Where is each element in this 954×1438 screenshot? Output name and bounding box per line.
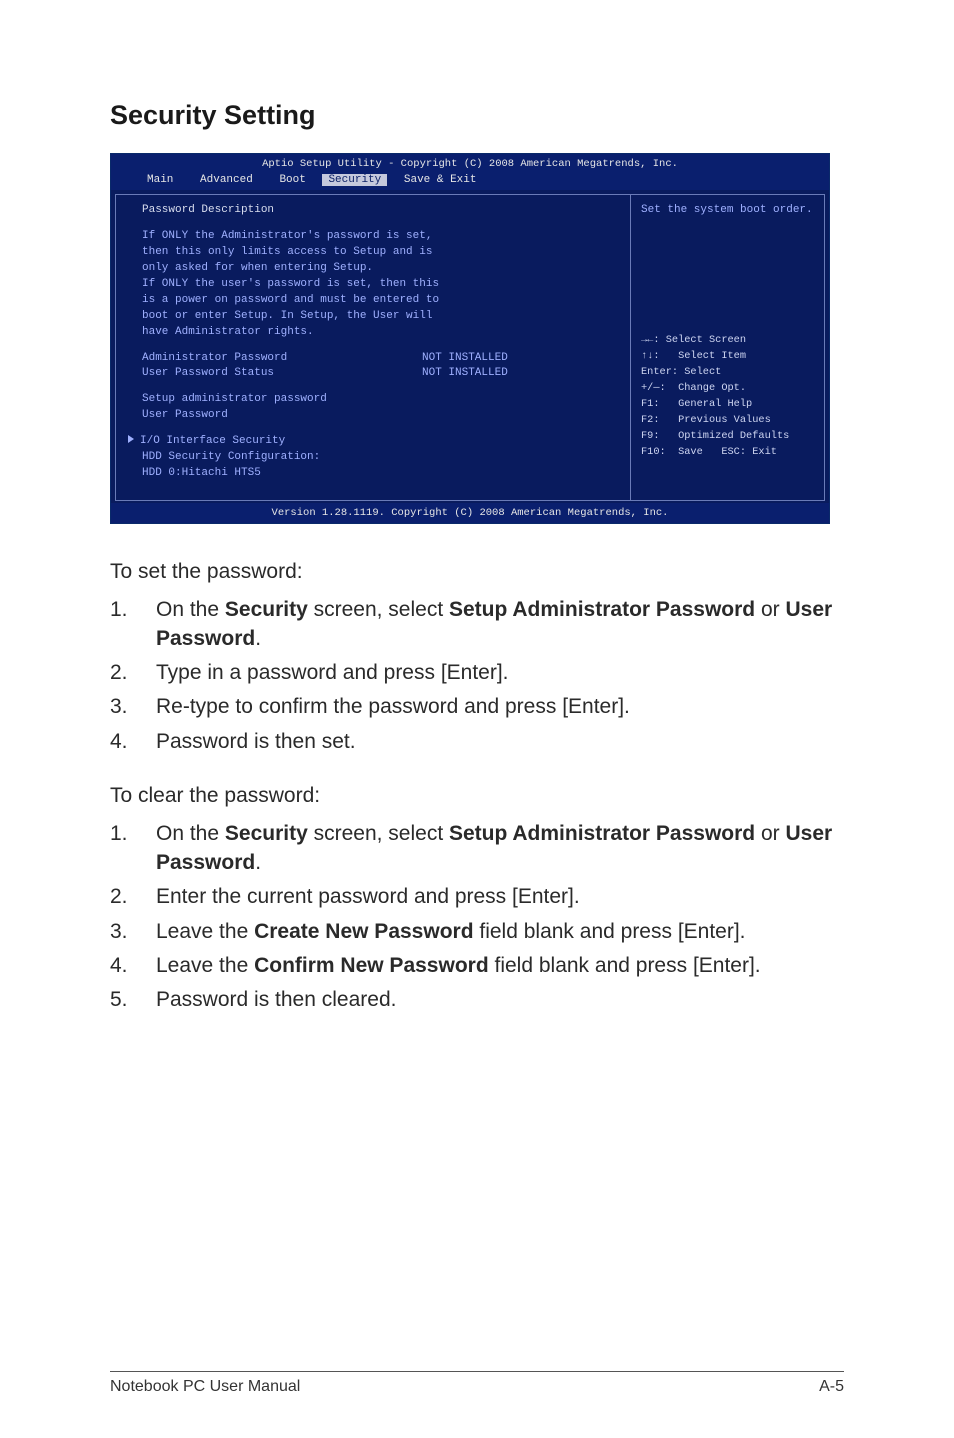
bold-run: Setup Administrator Password (449, 598, 755, 621)
text-run: . (255, 851, 261, 874)
text-run: On the (156, 822, 225, 845)
list-item: 1. On the Security screen, select Setup … (110, 596, 844, 653)
set-password-steps: 1. On the Security screen, select Setup … (110, 596, 844, 756)
bold-run: Create New Password (254, 920, 473, 943)
list-item: 5. Password is then cleared. (110, 986, 844, 1014)
text-run: On the (156, 598, 225, 621)
bios-io-hdd-block: I/O Interface Security HDD Security Conf… (142, 434, 616, 482)
bios-admin-password-label: Administrator Password (142, 351, 422, 367)
bios-desc-line: boot or enter Setup. In Setup, the User … (142, 309, 616, 325)
text-run: field blank and press [Enter]. (474, 920, 746, 943)
bios-user-password-status-label: User Password Status (142, 366, 422, 382)
step-number: 2. (110, 659, 156, 687)
bios-io-interface-security-item: I/O Interface Security (142, 434, 616, 450)
bios-right-pane: Set the system boot order. →←: Select Sc… (630, 194, 825, 501)
bios-help-line: →←: Select Screen (641, 334, 746, 346)
bios-titlebar: Aptio Setup Utility - Copyright (C) 2008… (111, 154, 829, 172)
step-number: 4. (110, 952, 156, 980)
clear-password-steps: 1. On the Security screen, select Setup … (110, 820, 844, 1014)
text-run: screen, select (308, 598, 449, 621)
bios-help-context: Set the system boot order. (641, 203, 814, 333)
text-run: Leave the (156, 920, 254, 943)
footer-right: A-5 (819, 1378, 844, 1396)
bios-help-line: F2: Previous Values (641, 414, 771, 426)
text-run: screen, select (308, 822, 449, 845)
bios-user-password-status-value: NOT INSTALLED (422, 366, 508, 382)
bios-password-status-block: Administrator Password NOT INSTALLED Use… (142, 351, 616, 383)
bios-key-help: →←: Select Screen ↑↓: Select Item Enter:… (641, 333, 814, 461)
step-number: 3. (110, 693, 156, 721)
step-number: 3. (110, 918, 156, 946)
section-heading: Security Setting (110, 100, 844, 131)
list-item: 4. Password is then set. (110, 728, 844, 756)
text-run: . (255, 627, 261, 650)
bios-footer: Version 1.28.1119. Copyright (C) 2008 Am… (111, 503, 829, 523)
bios-user-password-status-row: User Password Status NOT INSTALLED (142, 366, 616, 382)
bios-hdd-config-line: HDD Security Configuration: (142, 450, 616, 466)
step-text: Type in a password and press [Enter]. (156, 659, 844, 687)
bios-tab-advanced: Advanced (190, 174, 263, 186)
step-text: Enter the current password and press [En… (156, 883, 844, 911)
bios-tab-row: Main Advanced Boot Security Save & Exit (111, 172, 829, 190)
bios-help-line: Enter: Select (641, 366, 721, 378)
bios-help-line: F1: General Help (641, 398, 752, 410)
page-footer: Notebook PC User Manual A-5 (110, 1371, 844, 1396)
bios-password-items: Setup administrator password User Passwo… (142, 392, 616, 424)
step-text: Re-type to confirm the password and pres… (156, 693, 844, 721)
list-item: 3. Re-type to confirm the password and p… (110, 693, 844, 721)
bold-run: Setup Administrator Password (449, 822, 755, 845)
bios-tab-save-exit: Save & Exit (394, 174, 487, 186)
bios-desc-line: then this only limits access to Setup an… (142, 245, 616, 261)
bios-setup-admin-password-item: Setup administrator password (142, 392, 616, 408)
step-text: On the Security screen, select Setup Adm… (156, 820, 844, 877)
step-number: 5. (110, 986, 156, 1014)
step-number: 2. (110, 883, 156, 911)
bios-help-line: F9: Optimized Defaults (641, 430, 789, 442)
document-body: To set the password: 1. On the Security … (110, 558, 844, 1014)
step-text: On the Security screen, select Setup Adm… (156, 596, 844, 653)
bios-desc-line: have Administrator rights. (142, 325, 616, 341)
list-item: 2. Type in a password and press [Enter]. (110, 659, 844, 687)
bios-help-line: +/—: Change Opt. (641, 382, 746, 394)
step-number: 1. (110, 596, 156, 624)
bios-tab-boot: Boot (269, 174, 315, 186)
bios-screenshot: Aptio Setup Utility - Copyright (C) 2008… (110, 153, 830, 524)
bios-desc-line: If ONLY the user's password is set, then… (142, 277, 616, 293)
bios-hdd-device-line: HDD 0:Hitachi HTS5 (142, 466, 616, 482)
step-text: Password is then set. (156, 728, 844, 756)
list-item: 4. Leave the Confirm New Password field … (110, 952, 844, 980)
list-item: 2. Enter the current password and press … (110, 883, 844, 911)
step-text: Leave the Create New Password field blan… (156, 918, 844, 946)
bios-admin-password-row: Administrator Password NOT INSTALLED (142, 351, 616, 367)
list-item: 3. Leave the Create New Password field b… (110, 918, 844, 946)
bios-left-pane: Password Description If ONLY the Adminis… (115, 194, 630, 501)
bold-run: Security (225, 822, 308, 845)
text-run: or (755, 598, 785, 621)
bios-user-password-item: User Password (142, 408, 616, 424)
bios-password-description-text: If ONLY the Administrator's password is … (142, 229, 616, 341)
bios-body: Password Description If ONLY the Adminis… (111, 190, 829, 503)
bios-desc-line: is a power on password and must be enter… (142, 293, 616, 309)
step-text: Password is then cleared. (156, 986, 844, 1014)
bold-run: Confirm New Password (254, 954, 489, 977)
step-number: 1. (110, 820, 156, 848)
clear-password-lead: To clear the password: (110, 782, 844, 810)
text-run: Leave the (156, 954, 254, 977)
footer-left: Notebook PC User Manual (110, 1378, 300, 1396)
bios-password-description-heading: Password Description (142, 203, 616, 219)
step-number: 4. (110, 728, 156, 756)
bios-help-line: ↑↓: Select Item (641, 350, 746, 362)
bios-tab-security: Security (322, 174, 387, 186)
bios-help-line: F10: Save ESC: Exit (641, 446, 777, 458)
list-item: 1. On the Security screen, select Setup … (110, 820, 844, 877)
bios-tab-main: Main (137, 174, 183, 186)
bios-desc-line: only asked for when entering Setup. (142, 261, 616, 277)
bold-run: Security (225, 598, 308, 621)
text-run: or (755, 822, 785, 845)
text-run: field blank and press [Enter]. (489, 954, 761, 977)
bios-desc-line: If ONLY the Administrator's password is … (142, 229, 616, 245)
step-text: Leave the Confirm New Password field bla… (156, 952, 844, 980)
bios-admin-password-value: NOT INSTALLED (422, 351, 508, 367)
set-password-lead: To set the password: (110, 558, 844, 586)
